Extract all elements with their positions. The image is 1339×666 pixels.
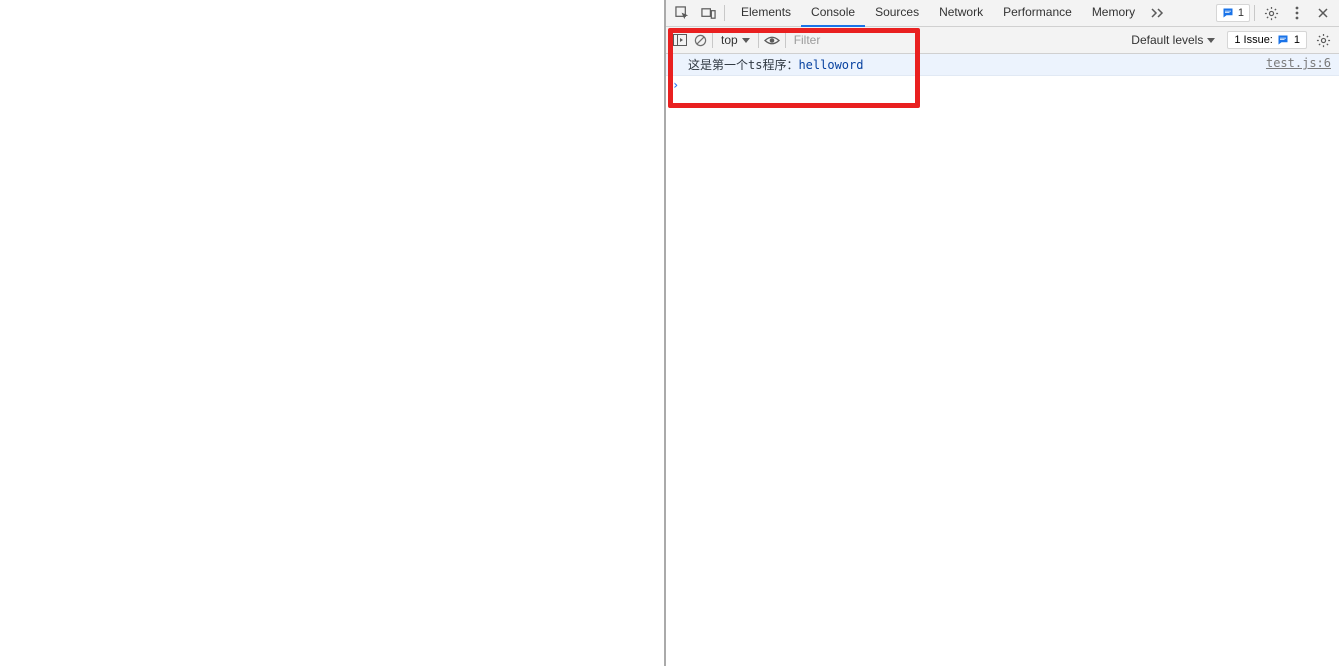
devtools-header-right: 1: [1216, 1, 1339, 25]
context-label: top: [721, 33, 738, 47]
tab-performance[interactable]: Performance: [993, 0, 1082, 27]
devtools-header: Elements Console Sources Network Perform…: [666, 0, 1339, 27]
warnings-badge[interactable]: 1: [1216, 4, 1250, 22]
chevron-down-icon: [1207, 38, 1215, 43]
message-prefix: 这是第一个ts程序：: [688, 58, 798, 72]
kebab-menu-icon[interactable]: [1285, 1, 1309, 25]
live-expression-eye-icon[interactable]: [761, 28, 783, 52]
tab-memory[interactable]: Memory: [1082, 0, 1145, 27]
issues-button[interactable]: 1 Issue: 1: [1227, 31, 1307, 49]
issues-label: 1 Issue:: [1234, 34, 1273, 46]
clear-console-icon[interactable]: [690, 28, 710, 52]
separator: [758, 32, 759, 48]
devtools-header-left: [666, 1, 731, 25]
source-link[interactable]: test.js:6: [1266, 56, 1331, 70]
console-toolbar: top Default levels 1 Issue: 1: [666, 27, 1339, 54]
separator: [785, 32, 786, 48]
separator: [712, 32, 713, 48]
settings-gear-icon[interactable]: [1259, 1, 1283, 25]
console-sidebar-toggle-icon[interactable]: [670, 28, 690, 52]
devtools-tabs: Elements Console Sources Network Perform…: [731, 0, 1169, 27]
inspect-element-icon[interactable]: [670, 1, 694, 25]
separator: [724, 5, 725, 21]
device-toggle-icon[interactable]: [696, 1, 720, 25]
issues-count: 1: [1294, 34, 1300, 46]
separator: [1254, 5, 1255, 21]
chevron-down-icon: [742, 38, 750, 43]
prompt-chevron-icon: ›: [672, 78, 679, 92]
tabs-overflow-icon[interactable]: [1145, 0, 1169, 27]
console-output: 这是第一个ts程序：helloword test.js:6 ›: [666, 54, 1339, 666]
log-levels-selector[interactable]: Default levels: [1125, 33, 1221, 47]
console-log-row[interactable]: 这是第一个ts程序：helloword test.js:6: [666, 54, 1339, 76]
close-icon[interactable]: [1311, 1, 1335, 25]
message-value: helloword: [798, 58, 863, 72]
console-settings-gear-icon[interactable]: [1311, 33, 1335, 48]
tab-elements[interactable]: Elements: [731, 0, 801, 27]
tab-console[interactable]: Console: [801, 0, 865, 27]
execution-context-selector[interactable]: top: [715, 33, 756, 47]
tab-sources[interactable]: Sources: [865, 0, 929, 27]
message-icon: [1222, 7, 1235, 20]
message-icon: [1277, 34, 1290, 47]
console-prompt-row[interactable]: ›: [666, 76, 1339, 94]
tab-network[interactable]: Network: [929, 0, 993, 27]
devtools-panel: Elements Console Sources Network Perform…: [666, 0, 1339, 666]
console-message: 这是第一个ts程序：helloword: [688, 56, 863, 73]
page-viewport: [0, 0, 666, 666]
filter-input[interactable]: [788, 31, 1058, 49]
levels-label: Default levels: [1131, 33, 1203, 47]
warnings-count: 1: [1238, 7, 1244, 19]
